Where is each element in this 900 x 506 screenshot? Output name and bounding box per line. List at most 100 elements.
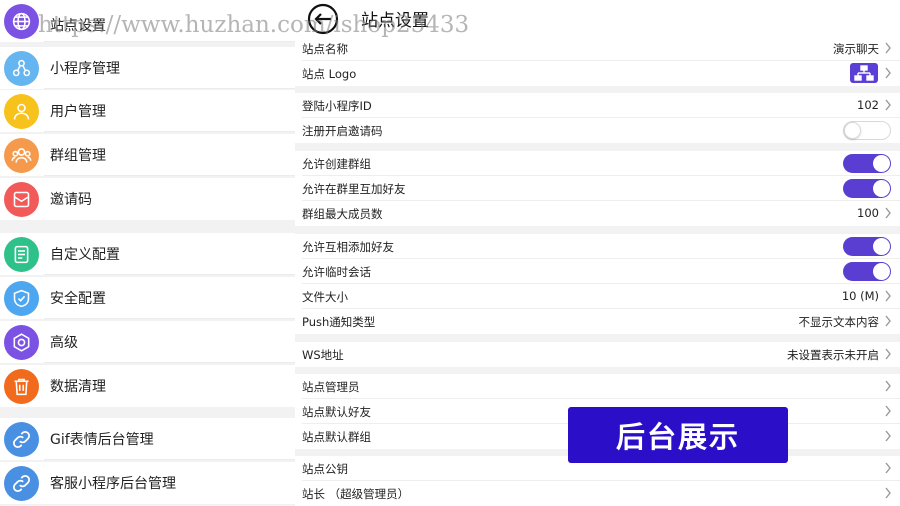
user-icon xyxy=(4,93,39,129)
setting-row-allow-create-group: 允许创建群组 xyxy=(295,151,900,176)
trash-icon xyxy=(4,368,39,404)
group-icon xyxy=(4,137,39,173)
setting-label: 注册开启邀请码 xyxy=(302,124,383,138)
setting-row-login-miniprogram-id[interactable]: 登陆小程序ID 102 xyxy=(295,93,900,118)
setting-value: 100 xyxy=(857,206,879,220)
setting-row-file-size[interactable]: 文件大小 10 (M) xyxy=(295,284,900,309)
setting-label: 群组最大成员数 xyxy=(302,207,383,221)
promo-badge-text: 后台展示 xyxy=(615,420,740,454)
setting-label: 站点默认好友 xyxy=(302,405,371,419)
invite-code-toggle[interactable] xyxy=(843,121,891,140)
chevron-right-icon xyxy=(885,348,891,360)
nav-bar: 站点设置 xyxy=(295,0,900,36)
sidebar-item-label: 自定义配置 xyxy=(50,247,120,263)
link-icon xyxy=(4,421,39,457)
sidebar-item-custom-config[interactable]: 自定义配置 xyxy=(0,233,295,275)
setting-label: Push通知类型 xyxy=(302,315,376,329)
share-icon xyxy=(4,50,39,86)
chevron-right-icon xyxy=(885,207,891,219)
setting-value: 10 (M) xyxy=(841,289,879,303)
sidebar-item-miniprogram[interactable]: 小程序管理 xyxy=(0,47,295,89)
sidebar-item-label: 用户管理 xyxy=(50,104,106,120)
sidebar-item-label: 客服小程序后台管理 xyxy=(50,476,176,492)
sidebar-item-label: Gif表情后台管理 xyxy=(50,432,154,448)
setting-value: 不显示文本内容 xyxy=(798,315,880,329)
setting-row-site-admins[interactable]: 站点管理员 xyxy=(295,374,900,399)
setting-label: 允许临时会话 xyxy=(302,265,371,279)
setting-row-allow-add-friends: 允许互相添加好友 xyxy=(295,234,900,259)
chevron-right-icon xyxy=(885,405,891,417)
chevron-right-icon xyxy=(885,67,891,79)
setting-label: 允许创建群组 xyxy=(302,157,371,171)
setting-label: 登陆小程序ID xyxy=(302,99,372,113)
setting-value: 102 xyxy=(857,98,879,112)
setting-label: 站点默认群组 xyxy=(302,430,371,444)
divider xyxy=(44,274,295,275)
setting-label: 站点公钥 xyxy=(302,462,348,476)
globe-icon xyxy=(4,4,39,39)
sidebar-item-label: 站点设置 xyxy=(50,18,106,34)
toggle-knob xyxy=(873,180,890,197)
divider xyxy=(44,318,295,319)
sidebar-item-data-cleanup[interactable]: 数据清理 xyxy=(0,365,295,407)
setting-value: 演示聊天 xyxy=(833,42,879,56)
setting-label: 站点名称 xyxy=(302,42,348,56)
divider xyxy=(44,41,295,42)
gear-icon xyxy=(4,324,39,360)
sidebar-item-groups[interactable]: 群组管理 xyxy=(0,134,295,176)
sidebar-item-site-settings[interactable]: 站点设置 xyxy=(0,0,295,42)
setting-row-register-invite-code: 注册开启邀请码 xyxy=(295,118,900,143)
setting-row-super-admin[interactable]: 站长 （超级管理员） xyxy=(295,481,900,506)
mail-icon xyxy=(4,181,39,217)
sidebar-item-security[interactable]: 安全配置 xyxy=(0,277,295,319)
divider xyxy=(44,88,295,89)
chevron-right-icon xyxy=(885,380,891,392)
chevron-right-icon xyxy=(885,42,891,54)
shield-icon xyxy=(4,280,39,316)
setting-row-push-type[interactable]: Push通知类型 不显示文本内容 xyxy=(295,309,900,334)
chevron-right-icon xyxy=(885,462,891,474)
sidebar-item-gif-admin[interactable]: Gif表情后台管理 xyxy=(0,418,295,460)
sidebar: 站点设置 小程序管理 用户管理 群组管理 邀请码 自定义配置 安全配置 高级 数… xyxy=(0,0,295,506)
chevron-right-icon xyxy=(885,315,891,327)
group-friends-toggle[interactable] xyxy=(843,179,891,198)
chevron-right-icon xyxy=(885,430,891,442)
chevron-right-icon xyxy=(885,290,891,302)
setting-label: 站点管理员 xyxy=(302,380,360,394)
setting-label: 站长 （超级管理员） xyxy=(302,487,410,501)
sidebar-item-service-admin[interactable]: 客服小程序后台管理 xyxy=(0,462,295,504)
setting-label: 站点 Logo xyxy=(302,67,357,81)
create-group-toggle[interactable] xyxy=(843,154,891,173)
chevron-right-icon xyxy=(885,487,891,499)
divider xyxy=(44,362,295,363)
divider xyxy=(44,175,295,176)
chevron-right-icon xyxy=(885,99,891,111)
setting-label: 允许在群里互加好友 xyxy=(302,182,406,196)
toggle-knob xyxy=(844,122,861,139)
site-logo-icon xyxy=(850,63,878,83)
document-icon xyxy=(4,236,39,272)
toggle-knob xyxy=(873,263,890,280)
setting-row-group-max-members[interactable]: 群组最大成员数 100 xyxy=(295,201,900,226)
setting-row-ws-address[interactable]: WS地址 未设置表示未开启 xyxy=(295,342,900,367)
setting-row-allow-group-friends: 允许在群里互加好友 xyxy=(295,176,900,201)
sidebar-item-label: 小程序管理 xyxy=(50,61,120,77)
setting-row-site-name[interactable]: 站点名称 演示聊天 xyxy=(295,36,900,61)
link-icon xyxy=(4,465,39,501)
setting-label: 允许互相添加好友 xyxy=(302,240,394,254)
setting-row-site-logo[interactable]: 站点 Logo xyxy=(295,61,900,86)
toggle-knob xyxy=(873,155,890,172)
sidebar-item-label: 群组管理 xyxy=(50,148,106,164)
temp-chat-toggle[interactable] xyxy=(843,262,891,281)
sidebar-item-invite-code[interactable]: 邀请码 xyxy=(0,178,295,220)
sidebar-item-label: 安全配置 xyxy=(50,291,106,307)
setting-label: WS地址 xyxy=(302,348,344,362)
setting-row-allow-temp-chat: 允许临时会话 xyxy=(295,259,900,284)
sidebar-item-label: 邀请码 xyxy=(50,192,92,208)
sidebar-item-label: 数据清理 xyxy=(50,379,106,395)
sidebar-item-advanced[interactable]: 高级 xyxy=(0,321,295,363)
sidebar-item-users[interactable]: 用户管理 xyxy=(0,90,295,132)
back-arrow-icon[interactable] xyxy=(307,3,339,35)
divider xyxy=(44,459,295,460)
add-friends-toggle[interactable] xyxy=(843,237,891,256)
